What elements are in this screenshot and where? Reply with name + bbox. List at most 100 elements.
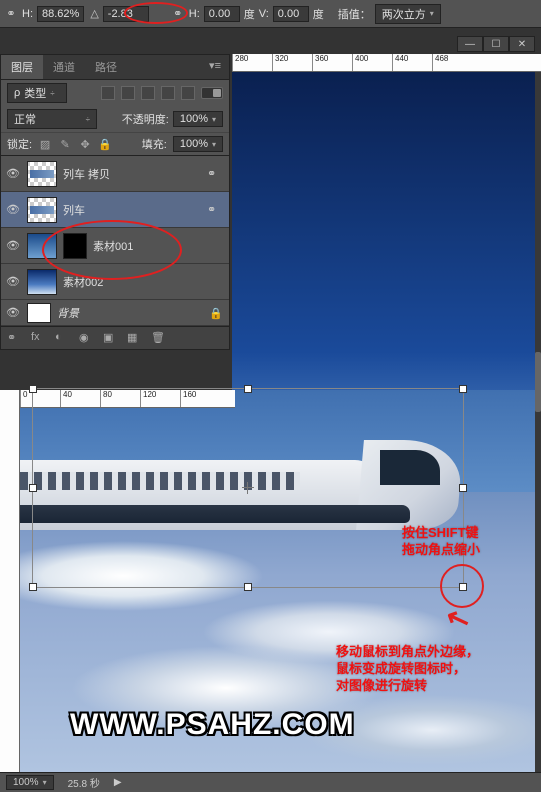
lock-icon: 🔒 [209,307,221,319]
chevron-down-icon: ▾ [212,115,216,124]
ruler-tick: 80 [100,390,140,407]
visibility-icon[interactable]: 👁 [5,238,21,254]
visibility-icon[interactable]: 👁 [5,202,21,218]
filter-shape-icon[interactable] [161,86,175,100]
ruler-tick: 280 [232,54,272,71]
angle-icon: △ [90,7,98,20]
group-icon[interactable]: ▣ [103,331,117,345]
panel-bottom-toolbar: ⚭ fx ◐ ◉ ▣ ▦ 🗑 [1,326,229,349]
fill-label: 填充: [142,136,167,152]
zoom-value: 100% [13,777,39,788]
h-scale-label: H: [22,8,33,20]
layer-thumb[interactable] [27,303,51,323]
chevron-down-icon: ▾ [212,140,216,149]
link-layers-icon[interactable]: ⚭ [7,331,21,345]
anno-line: 对图像进行旋转 [336,678,479,695]
h-skew-input[interactable]: 0.00 [204,6,240,22]
lock-label: 锁定: [7,136,32,152]
layer-thumb[interactable] [27,269,57,295]
visibility-icon[interactable]: 👁 [5,274,21,290]
close-button[interactable]: ✕ [509,36,535,52]
maximize-button[interactable]: ☐ [483,36,509,52]
panel-menu-icon[interactable]: ▾≡ [201,55,229,79]
vertical-scrollbar[interactable] [535,72,541,772]
filter-pixel-icon[interactable] [101,86,115,100]
delete-icon[interactable]: 🗑 [151,331,165,345]
tab-paths[interactable]: 路径 [85,55,127,79]
visibility-icon[interactable]: 👁 [5,305,21,321]
layer-name[interactable]: 背景 [57,305,203,321]
filter-adjust-icon[interactable] [121,86,135,100]
status-caret-icon[interactable]: ▶ [114,777,122,788]
new-layer-icon[interactable]: ▦ [127,331,141,345]
blend-mode-dropdown[interactable]: 正常 ÷ [7,109,97,129]
blend-opacity-row: 正常 ÷ 不透明度: 100% ▾ [1,106,229,132]
anno-line: 按住SHIFT键 [402,525,480,542]
h-scale-input[interactable]: 88.62% [37,6,84,22]
annotation-text-shift: 按住SHIFT键 拖动角点缩小 [402,525,480,559]
ruler-tick: 0 [20,390,60,407]
layer-filter-row: ρ 类型 ÷ [1,80,229,106]
layer-item[interactable]: 👁 背景 🔒 [1,300,229,326]
lock-position-icon[interactable]: ✥ [78,137,92,151]
mask-icon[interactable]: ◐ [55,331,69,345]
h2-unit: 度 [244,6,255,22]
fill-value: 100% [180,138,208,150]
h2-label: H: [189,8,200,20]
tab-channels[interactable]: 通道 [43,55,85,79]
lock-all-icon[interactable]: 🔒 [98,137,112,151]
tab-layers[interactable]: 图层 [1,55,43,79]
lock-transparent-icon[interactable]: ▨ [38,137,52,151]
interp-dropdown[interactable]: 两次立方 ▾ [375,4,441,24]
kind-label: 类型 [24,85,46,101]
watermark-text: WWW.PSAHZ.COM [70,708,355,742]
fill-input[interactable]: 100% ▾ [173,136,223,152]
anno-line: 拖动角点缩小 [402,542,480,559]
kind-dropdown[interactable]: ρ 类型 ÷ [7,83,67,103]
ruler-tick: 160 [180,390,220,407]
minimize-button[interactable]: — [457,36,483,52]
visibility-icon[interactable]: 👁 [5,166,21,182]
blend-mode-value: 正常 [14,111,36,127]
ruler-tick: 120 [140,390,180,407]
v-label: V: [259,8,269,20]
v-skew-input[interactable]: 0.00 [273,6,309,22]
filter-icons [101,86,223,100]
options-bar: ⚭ H: 88.62% △ -2.83 ⚭ H: 0.00 度 V: 0.00 … [0,0,541,28]
layer-thumb[interactable] [27,197,57,223]
annotation-circle-angle [124,2,188,24]
filter-toggle[interactable] [201,87,223,99]
layer-thumb[interactable] [27,161,57,187]
panel-tabs: 图层 通道 路径 ▾≡ [1,55,229,80]
opacity-input[interactable]: 100% ▾ [173,111,223,127]
ruler-tick: 468 [432,54,472,71]
link-icon[interactable]: ⚭ [207,203,221,217]
fx-icon[interactable]: fx [31,331,45,345]
ruler-vertical[interactable] [0,390,20,772]
filter-smart-icon[interactable] [181,86,195,100]
ruler-tick: 40 [60,390,100,407]
ruler-tick: 400 [352,54,392,71]
layer-name[interactable]: 列车 拷贝 [63,166,201,182]
ruler-horizontal-lower[interactable]: 0 40 80 120 160 [20,390,235,408]
anno-line: 鼠标变成旋转图标时， [336,661,479,678]
opacity-value: 100% [180,113,208,125]
annotation-circle-layers [42,220,182,280]
ruler-horizontal[interactable]: 280 320 360 400 440 468 [232,54,541,72]
layer-item[interactable]: 👁 列车 拷贝 ⚭ [1,156,229,192]
layer-name[interactable]: 列车 [63,202,201,218]
chevron-down-icon: ▾ [43,778,47,787]
zoom-level[interactable]: 100% ▾ [6,775,54,790]
status-bar: 100% ▾ 25.8 秒 ▶ [0,772,541,792]
lock-pixels-icon[interactable]: ✎ [58,137,72,151]
filter-type-icon[interactable] [141,86,155,100]
ruler-tick: 360 [312,54,352,71]
link-icon[interactable]: ⚭ [4,7,18,21]
adjustment-icon[interactable]: ◉ [79,331,93,345]
window-controls: — ☐ ✕ [457,36,535,52]
interp-label: 插值： [338,6,371,22]
link-icon[interactable]: ⚭ [207,167,221,181]
train-image [20,420,430,570]
scrollbar-thumb[interactable] [535,352,541,412]
ruler-tick: 320 [272,54,312,71]
